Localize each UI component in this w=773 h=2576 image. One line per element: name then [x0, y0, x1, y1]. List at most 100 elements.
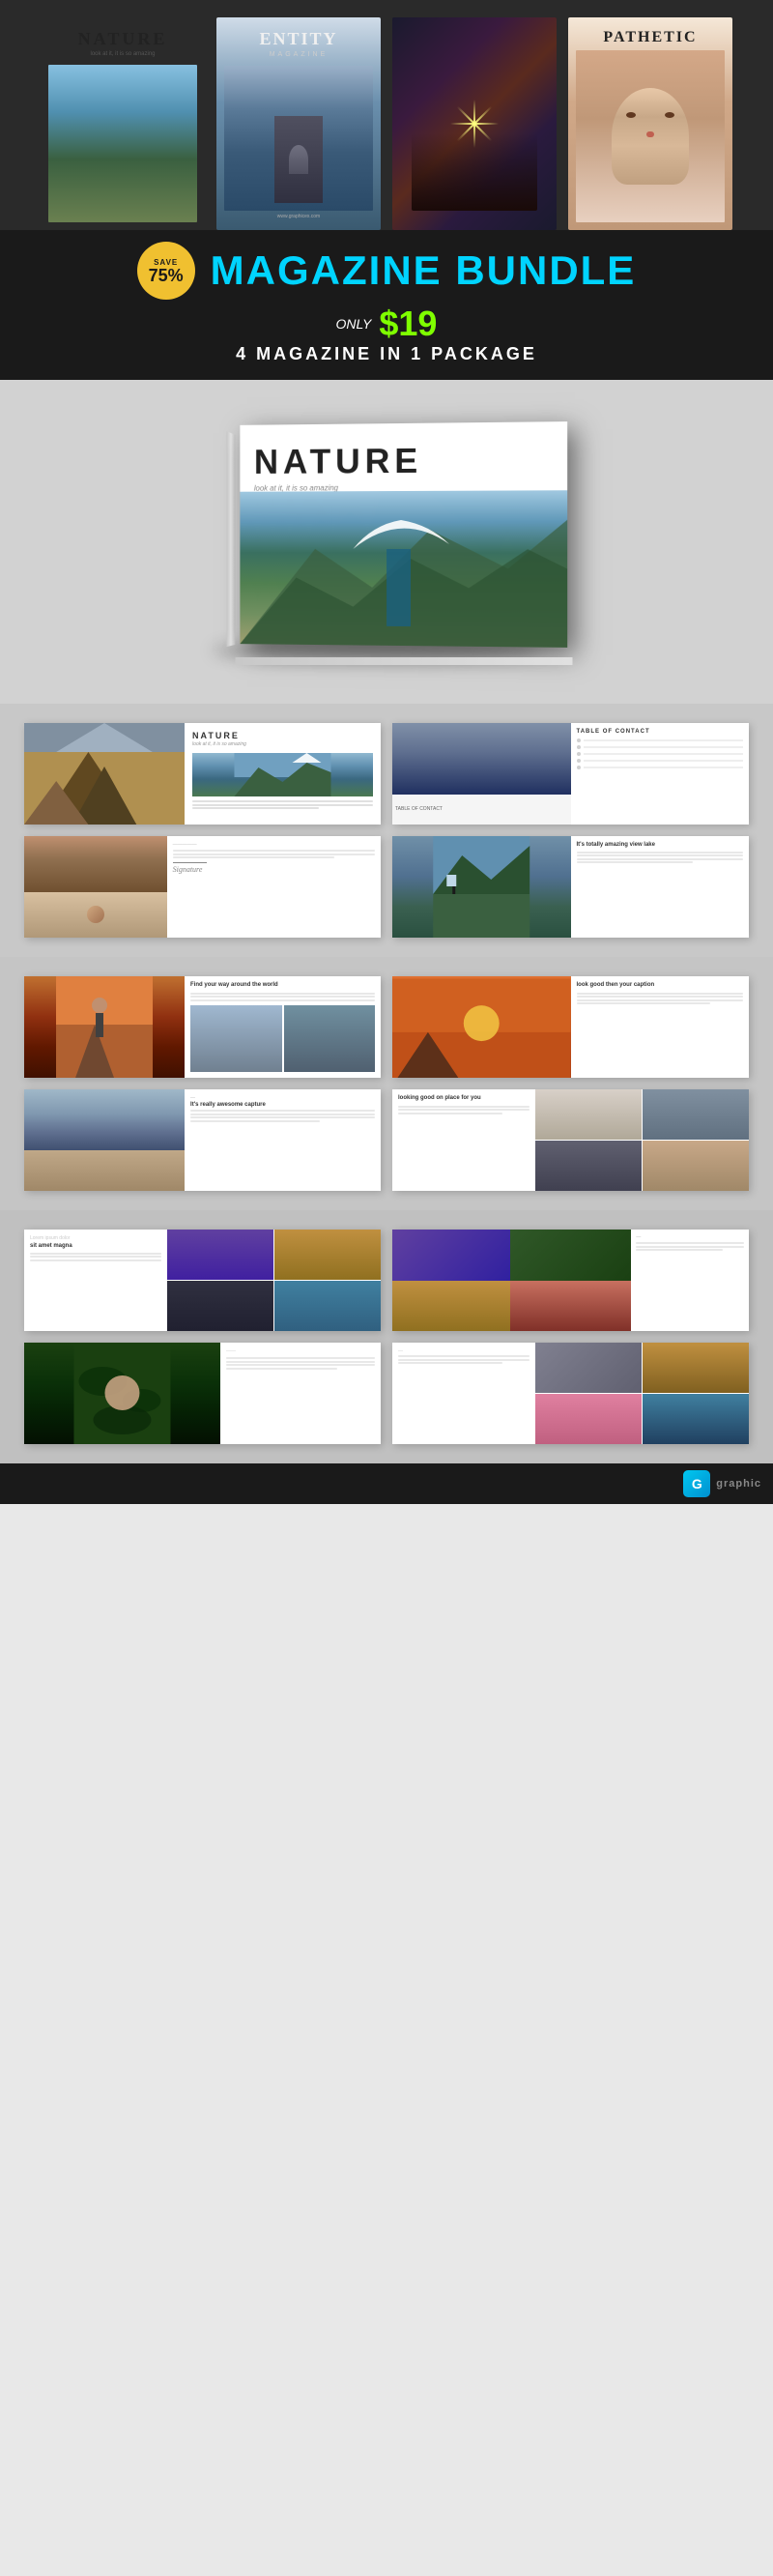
text-line: [173, 856, 335, 858]
ls-heading1: sit amet magna: [30, 1243, 161, 1251]
text-line: [577, 854, 744, 856]
entity-heading2: look good then your caption: [577, 982, 744, 990]
contact-item: [577, 759, 744, 763]
ls4-lines: [398, 1355, 530, 1364]
entity-spread1-content: Find your way around the world: [185, 976, 381, 1078]
text-line: [577, 1002, 710, 1004]
lifestyle-spread-2: —: [392, 1230, 749, 1331]
ls-spread2-col2: [510, 1230, 631, 1331]
entity-row2: — It's really awesome capture looking go…: [24, 1089, 749, 1191]
text-line: [173, 850, 375, 852]
banner-top: SAVE 75% MAGAZINE BUNDLE: [137, 242, 637, 300]
contact-line: [584, 739, 744, 741]
spread3-left: [24, 836, 167, 938]
magazine-3d: NATURE look at it, it is so amazing: [184, 404, 589, 675]
header-covers: NATURE look at it, it is so amazing ENTI…: [0, 0, 773, 230]
entity-spread2-left: [392, 976, 571, 1078]
entity-img-sm2: [284, 1005, 375, 1072]
ls4-blue-img: [643, 1394, 749, 1444]
magazine-pages-bottom: [236, 657, 573, 665]
banner-section: SAVE 75% MAGAZINE BUNDLE ONLY $19 4 MAGA…: [0, 230, 773, 380]
contact-line: [584, 746, 744, 748]
text-line: [398, 1359, 530, 1361]
spread2-right-content: TABLE OF CONTACT: [571, 723, 750, 825]
contact-line: [584, 753, 744, 755]
ls4-img-grid: [535, 1343, 749, 1444]
footer-bar: G graphic: [0, 1463, 773, 1504]
magazine-3d-landscape: [240, 490, 567, 648]
entity-spread-4: looking good on place for you: [392, 1089, 749, 1191]
text-line: [192, 800, 373, 802]
text-line: [226, 1368, 338, 1370]
ls-animal-img: [392, 1281, 510, 1332]
bundle-subtitle: 4 MAGAZINE IN 1 PACKAGE: [236, 344, 537, 364]
spread1-title: NATURE: [192, 731, 373, 740]
lifestyle-section: Lorem ipsum dolor sit amet magna: [0, 1210, 773, 1463]
spread1-left-img: [24, 723, 185, 825]
spread3-text: [173, 850, 375, 858]
spread4-heading: It's totally amazing view lake: [577, 842, 744, 850]
entity-heading4: looking good on place for you: [398, 1095, 530, 1103]
entity-metal-img: [643, 1089, 749, 1140]
ls-purple-img: [392, 1230, 510, 1281]
cover-entity: ENTITY MAGAZINE www.graphicex.com: [216, 17, 381, 230]
entity-waterfall-img: [24, 1089, 185, 1150]
spread3-page-num: —————: [173, 842, 375, 848]
text-line: [190, 1110, 375, 1112]
spread3-face-img: [24, 892, 167, 938]
spread4-text: [577, 852, 744, 864]
text-line: [398, 1106, 530, 1108]
text-line: [192, 807, 319, 809]
mountain-svg: [240, 490, 567, 648]
brand-text: graphic: [716, 1478, 761, 1490]
entity-dark-img: [535, 1141, 642, 1191]
signature: Signature: [173, 865, 375, 874]
ls-text-lines: [30, 1253, 161, 1261]
entity-spread-1: Find your way around the world: [24, 976, 381, 1078]
nature-spread-3: ————— Signature: [24, 836, 381, 938]
magazine-cover-content: NATURE look at it, it is so amazing: [240, 421, 567, 493]
contact-items: [577, 738, 744, 769]
spread1-tree-svg: [24, 723, 185, 825]
entity-text1: [190, 993, 375, 1001]
ls4-img1: [535, 1343, 642, 1393]
mockup-section: NATURE look at it, it is so amazing: [0, 380, 773, 704]
text-line: [190, 1116, 375, 1118]
text-line: [190, 1114, 375, 1115]
contact-bullet: [577, 766, 581, 769]
entity-sunset-img: [392, 976, 571, 1078]
text-line: [636, 1246, 744, 1248]
text-line: [30, 1259, 161, 1261]
contact-item: [577, 738, 744, 742]
cover-nature-image: [48, 65, 197, 222]
contact-bullet: [577, 738, 581, 742]
text-line: [398, 1109, 530, 1111]
cover-entity-title: ENTITY: [224, 29, 373, 49]
ls-face-img: [510, 1281, 631, 1332]
cover-pathetic-face: [576, 50, 725, 222]
ls-page-num: Lorem ipsum dolor: [30, 1235, 161, 1241]
ls4-flower-img: [535, 1394, 642, 1444]
cover-lifestyle-hands: [412, 133, 537, 211]
spread1-mountain-svg: [192, 753, 373, 796]
entity-img-grid4: [535, 1089, 749, 1191]
spread1-right-content: NATURE look at it, it is so amazing: [185, 723, 381, 825]
entity-section: Find your way around the world: [0, 957, 773, 1210]
text-line: [577, 852, 744, 854]
entity-text3: [190, 1110, 375, 1122]
ls-spread2-col1: [392, 1230, 510, 1331]
ls-img-grid1: [167, 1230, 381, 1331]
ls3-page: ——: [226, 1348, 375, 1354]
text-line: [398, 1362, 502, 1364]
lifestyle-spread-1: Lorem ipsum dolor sit amet magna: [24, 1230, 381, 1331]
text-line: [226, 1357, 375, 1359]
magazine-spine: [226, 431, 235, 647]
text-line: [226, 1361, 375, 1363]
spread1-landscape-img: [192, 753, 373, 796]
entity-row1: Find your way around the world: [24, 976, 749, 1078]
text-line: [190, 996, 375, 998]
entity-hiker-svg: [24, 976, 185, 1078]
entity-spread2-content: look good then your caption: [571, 976, 750, 1078]
text-line: [577, 861, 694, 863]
brand-icon-letter: G: [692, 1476, 702, 1491]
